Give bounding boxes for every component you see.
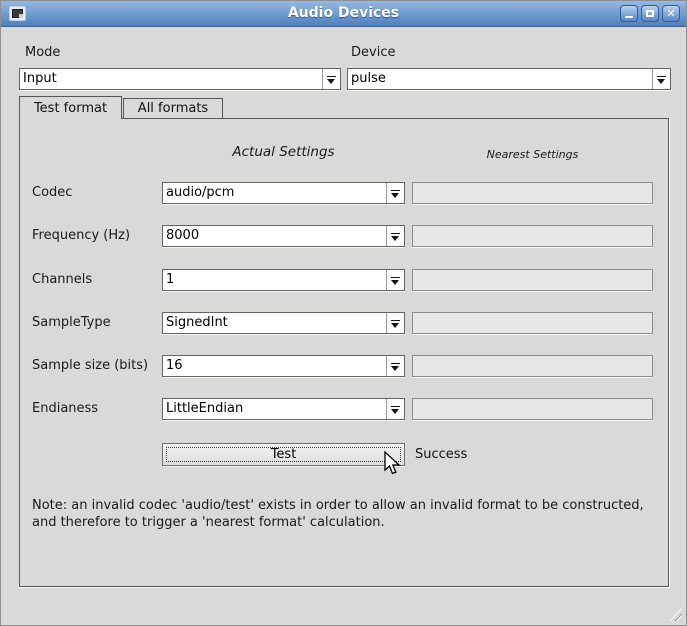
sampletype-nearest-field	[412, 312, 653, 334]
frequency-combobox-value: 8000	[166, 228, 382, 243]
audio-devices-window: Audio Devices ✕ Mode Input Device pulse …	[0, 0, 687, 626]
device-combobox[interactable]: pulse	[347, 68, 671, 90]
codec-combobox-value: audio/pcm	[166, 185, 382, 200]
chevron-down-icon	[327, 76, 336, 77]
resize-grip[interactable]	[669, 608, 682, 621]
note-text: Note: an invalid codec 'audio/test' exis…	[32, 497, 664, 531]
mode-combobox[interactable]: Input	[19, 68, 341, 90]
test-button[interactable]: Test	[162, 443, 405, 466]
chevron-down-icon	[657, 76, 666, 77]
samplesize-combobox-dropdown[interactable]	[386, 356, 404, 376]
close-icon: ✕	[666, 8, 675, 19]
chevron-down-icon-triangle	[391, 280, 399, 285]
chevron-down-icon-triangle	[327, 79, 335, 84]
chevron-down-icon	[391, 233, 400, 234]
channels-combobox-value: 1	[166, 272, 382, 287]
samplesize-label: Sample size (bits)	[32, 358, 148, 373]
codec-label: Codec	[32, 185, 72, 200]
chevron-down-icon-triangle	[391, 323, 399, 328]
mouse-cursor	[382, 451, 404, 477]
codec-nearest-field	[412, 182, 653, 204]
actual-settings-heading: Actual Settings	[162, 144, 405, 160]
endianess-label: Endianess	[32, 401, 98, 416]
test-format-panel: Actual Settings Nearest Settings Codec a…	[19, 118, 669, 587]
samplesize-nearest-field	[412, 355, 653, 377]
minimize-button[interactable]	[620, 5, 638, 22]
mode-label: Mode	[25, 45, 60, 60]
endianess-nearest-field	[412, 398, 653, 420]
mode-combobox-value: Input	[23, 71, 318, 86]
sampletype-combobox-dropdown[interactable]	[386, 313, 404, 333]
chevron-down-icon	[391, 320, 400, 321]
chevron-down-icon-triangle	[391, 236, 399, 241]
chevron-down-icon-triangle	[391, 409, 399, 414]
frequency-label: Frequency (Hz)	[32, 228, 130, 243]
channels-combobox-dropdown[interactable]	[386, 270, 404, 290]
frequency-combobox[interactable]: 8000	[162, 225, 405, 247]
frequency-combobox-dropdown[interactable]	[386, 226, 404, 246]
frequency-nearest-field	[412, 225, 653, 247]
endianess-combobox-dropdown[interactable]	[386, 399, 404, 419]
nearest-settings-heading: Nearest Settings	[412, 148, 653, 161]
close-button[interactable]: ✕	[662, 5, 680, 22]
device-label: Device	[351, 45, 395, 60]
sampletype-combobox-value: SignedInt	[166, 315, 382, 330]
chevron-down-icon-triangle	[391, 193, 399, 198]
maximize-icon	[646, 10, 654, 17]
chevron-down-icon	[391, 406, 400, 407]
codec-combobox-dropdown[interactable]	[386, 183, 404, 203]
chevron-down-icon	[391, 190, 400, 191]
titlebar[interactable]: Audio Devices ✕	[1, 1, 686, 27]
channels-label: Channels	[32, 272, 92, 287]
endianess-combobox-value: LittleEndian	[166, 401, 382, 416]
tab-all-formats[interactable]: All formats	[123, 98, 223, 118]
channels-combobox[interactable]: 1	[162, 269, 405, 291]
minimize-icon	[625, 16, 633, 18]
channels-nearest-field	[412, 269, 653, 291]
window-title: Audio Devices	[1, 5, 686, 21]
samplesize-combobox[interactable]: 16	[162, 355, 405, 377]
tab-test-format[interactable]: Test format	[19, 96, 122, 119]
samplesize-combobox-value: 16	[166, 358, 382, 373]
chevron-down-icon-triangle	[657, 79, 665, 84]
chevron-down-icon	[391, 363, 400, 364]
endianess-combobox[interactable]: LittleEndian	[162, 398, 405, 420]
maximize-button[interactable]	[641, 5, 659, 22]
codec-combobox[interactable]: audio/pcm	[162, 182, 405, 204]
mode-combobox-dropdown[interactable]	[322, 69, 340, 89]
status-text: Success	[415, 447, 467, 462]
chevron-down-icon-triangle	[391, 366, 399, 371]
device-combobox-value: pulse	[351, 71, 648, 86]
sampletype-label: SampleType	[32, 315, 111, 330]
device-combobox-dropdown[interactable]	[652, 69, 670, 89]
sampletype-combobox[interactable]: SignedInt	[162, 312, 405, 334]
chevron-down-icon	[391, 277, 400, 278]
